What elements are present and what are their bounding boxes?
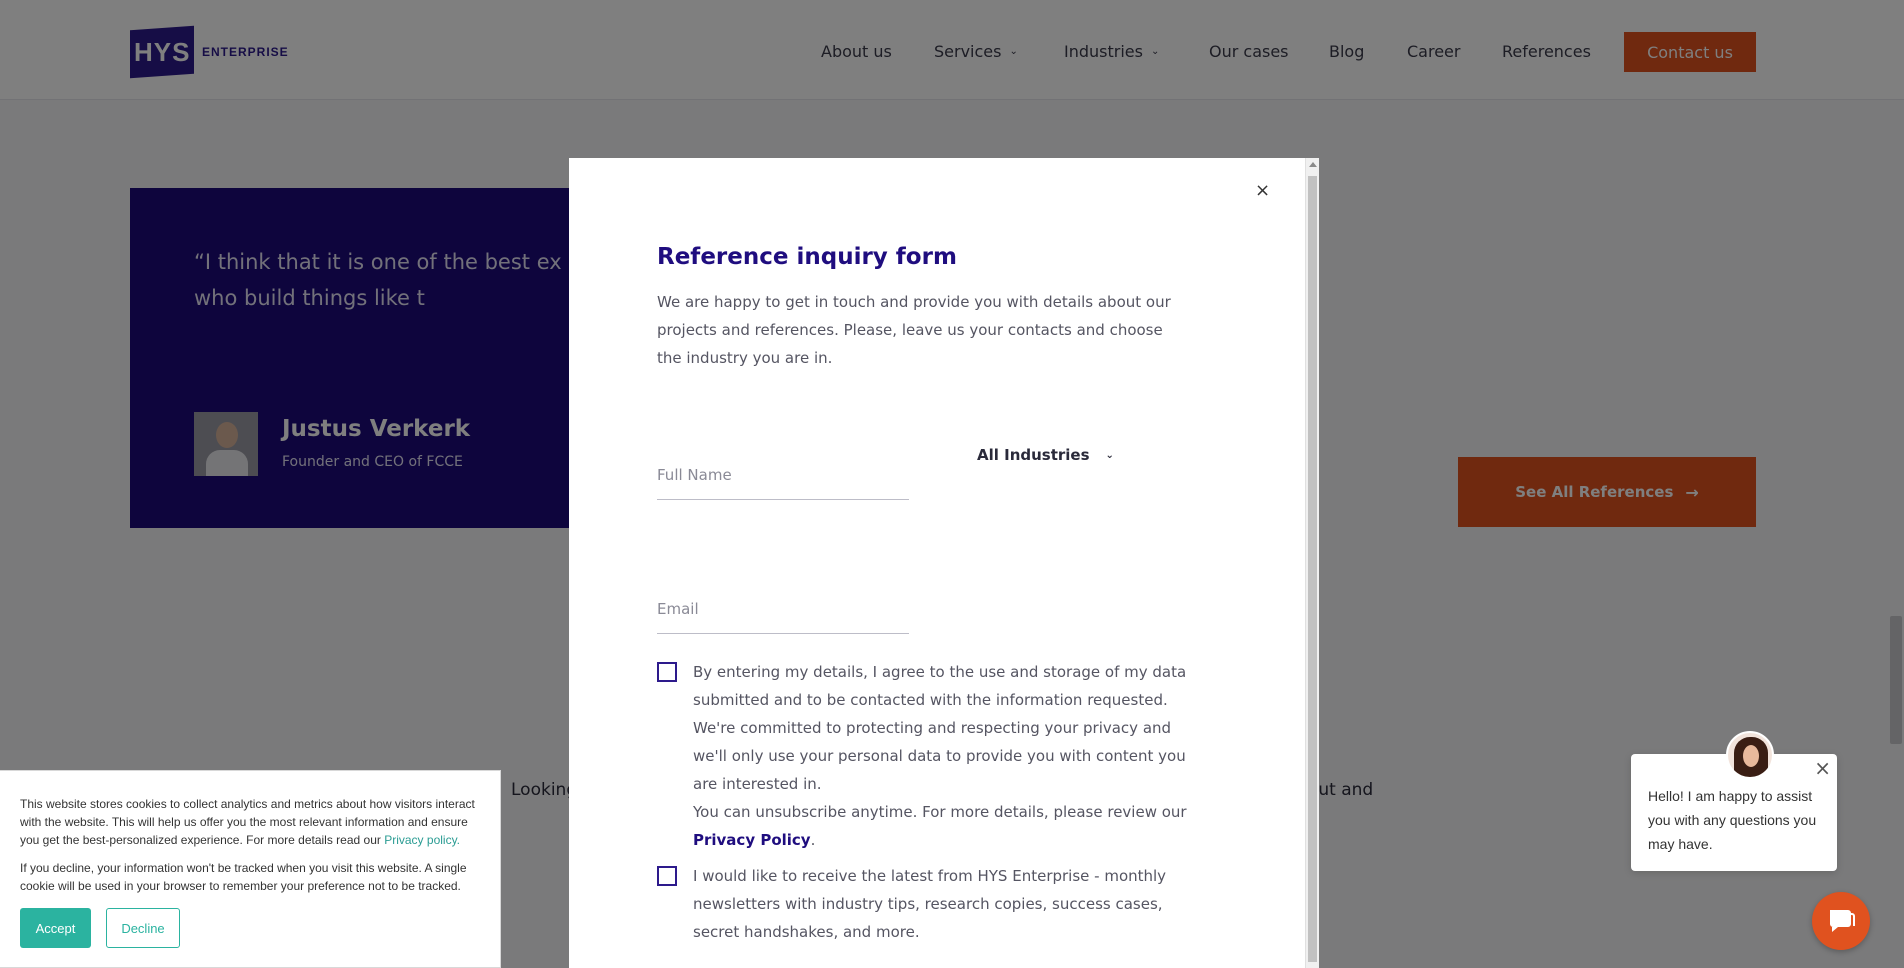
email-input[interactable] xyxy=(657,584,909,634)
cookie-privacy-link[interactable]: Privacy policy. xyxy=(384,833,460,847)
full-name-input[interactable] xyxy=(657,450,909,500)
cookie-banner: This website stores cookies to collect a… xyxy=(0,770,501,968)
form-description: We are happy to get in touch and provide… xyxy=(657,293,1171,367)
modal-scrollbar-thumb[interactable] xyxy=(1308,176,1317,962)
reference-inquiry-modal: × Reference inquiry form We are happy to… xyxy=(569,158,1319,968)
unsubscribe-text: You can unsubscribe anytime. For more de… xyxy=(693,803,1187,821)
chat-greeting-text: Hello! I am happy to assist you with any… xyxy=(1648,788,1817,852)
chat-agent-avatar xyxy=(1726,731,1774,779)
close-icon[interactable]: × xyxy=(1814,758,1831,778)
scroll-up-arrow-icon[interactable] xyxy=(1309,162,1317,167)
industry-select-value: All Industries xyxy=(977,446,1090,464)
close-icon[interactable]: × xyxy=(1255,182,1270,200)
chat-launcher-button[interactable] xyxy=(1812,892,1870,950)
chat-icon xyxy=(1830,910,1855,932)
modal-scrollbar[interactable] xyxy=(1305,158,1319,968)
privacy-policy-link[interactable]: Privacy Policy xyxy=(693,831,811,849)
decline-cookies-button[interactable]: Decline xyxy=(106,908,180,948)
cookie-text-1: This website stores cookies to collect a… xyxy=(20,797,475,847)
newsletter-checkbox[interactable] xyxy=(657,866,677,886)
consent-paragraph: By entering my details, I agree to the u… xyxy=(693,663,1187,793)
consent-checkbox[interactable] xyxy=(657,662,677,682)
newsletter-text: I would like to receive the latest from … xyxy=(693,867,1167,941)
accept-cookies-button[interactable]: Accept xyxy=(20,908,91,948)
consent-text: By entering my details, I agree to the u… xyxy=(693,663,1187,849)
industry-select[interactable]: All Industries ⌄ xyxy=(977,440,1114,470)
cookie-text-2: If you decline, your information won't b… xyxy=(20,861,467,893)
form-title: Reference inquiry form xyxy=(657,244,957,270)
chevron-down-icon: ⌄ xyxy=(1105,449,1114,461)
